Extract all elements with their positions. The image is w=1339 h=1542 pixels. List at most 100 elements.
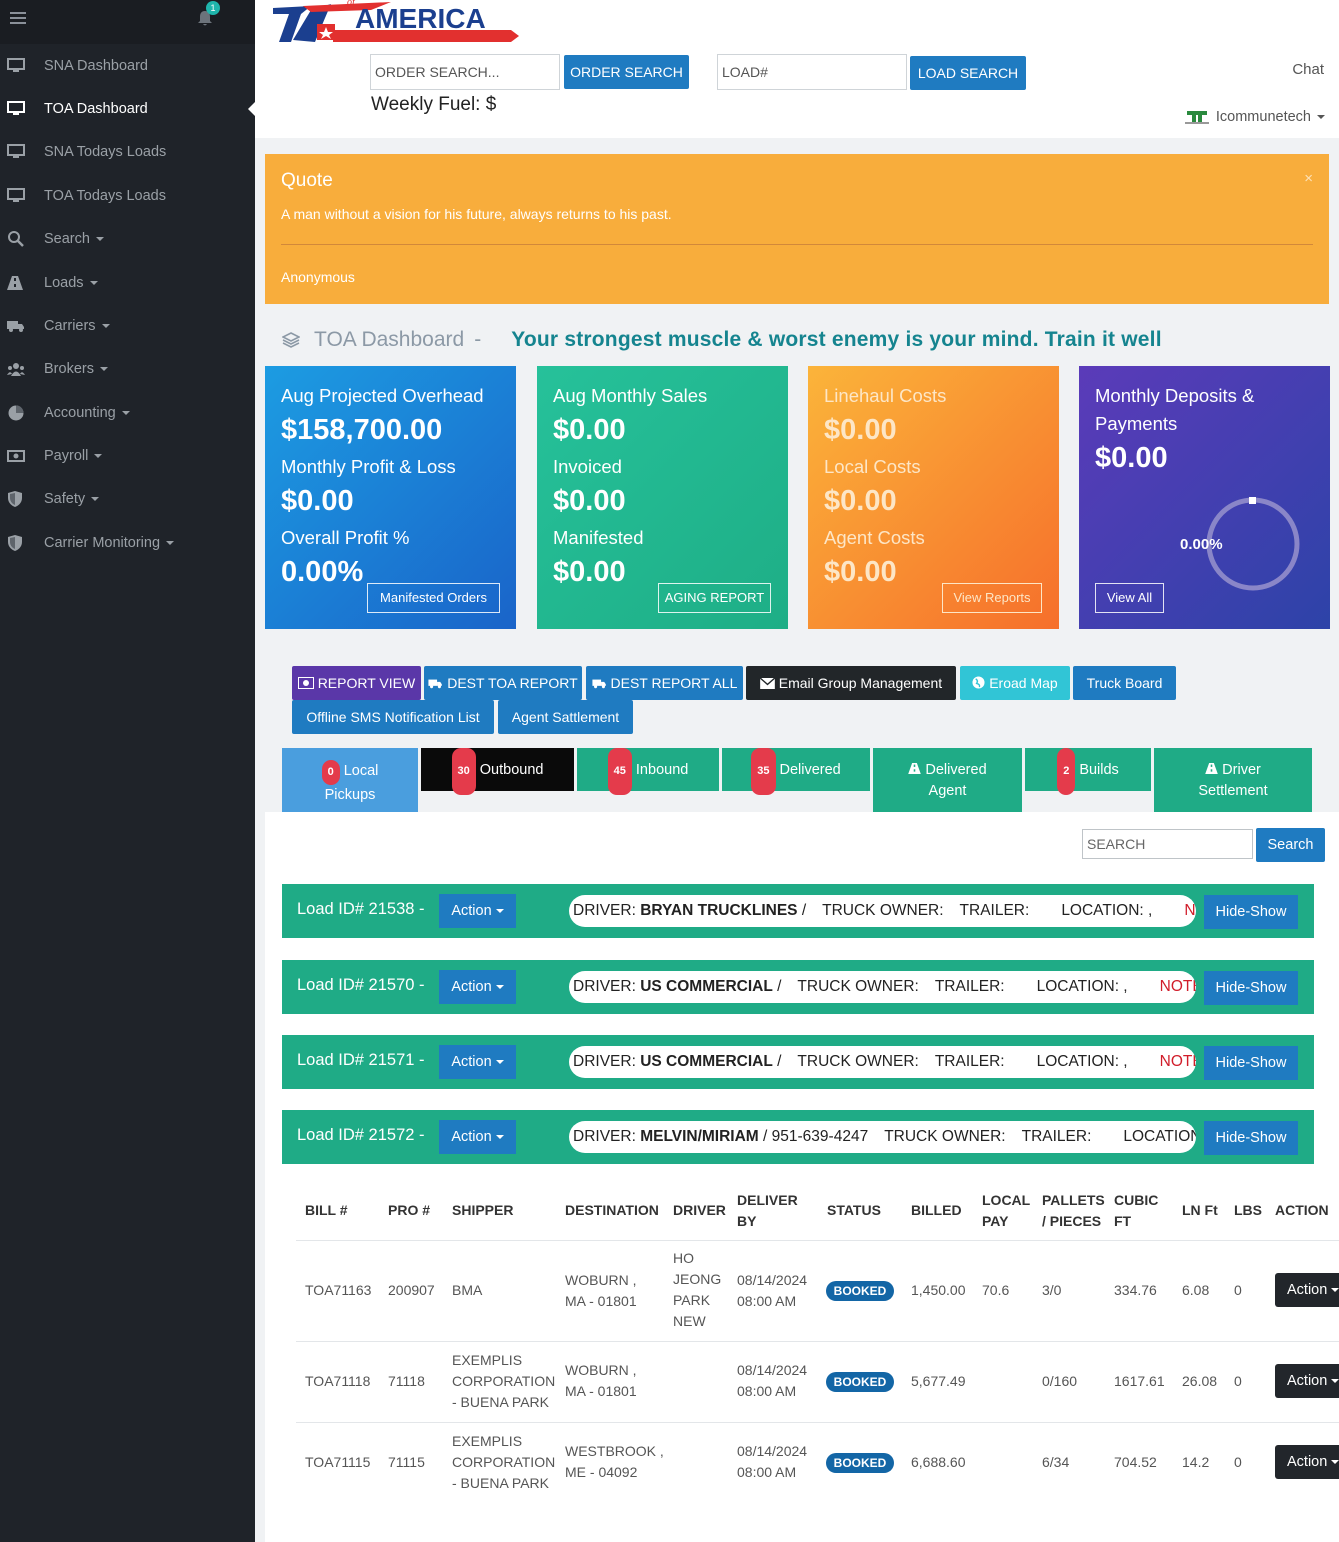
sidebar-item-safety[interactable]: Safety [0,479,255,519]
aging-report-button[interactable]: AGING REPORT [658,583,771,613]
driver-phone: / [777,1053,782,1070]
tab-driver-settlement[interactable]: Driver Settlement [1154,748,1312,812]
cell-lbs: 0 [1234,1454,1242,1470]
load-number-input[interactable]: LOAD# [717,54,907,90]
chevron-down-icon [495,985,504,990]
company-logo[interactable]: of AMERICA [271,0,521,44]
tab-local-pickups[interactable]: 0 Local Pickups [282,748,418,812]
sidebar-item-accounting[interactable]: Accounting [0,393,255,433]
card-value: $0.00 [824,414,897,446]
truck-icon [0,319,44,333]
cell-bill[interactable]: TOA71118 [305,1371,370,1392]
sidebar-item-label: SNA Todays Loads [44,144,167,160]
eroad-map-button[interactable]: Eroad Map [960,666,1070,700]
card-value: $0.00 [1095,442,1168,474]
column-header: PALLETS / PIECES [1042,1192,1105,1229]
tab-delivered-agent[interactable]: Delivered Agent [873,748,1022,812]
load-info: DRIVER: US COMMERCIAL / TRUCK OWNER: TRAIL… [569,1046,1196,1078]
button-label: Action [451,979,492,995]
dest-toa-report-button[interactable]: DEST TOA REPORT [424,666,582,700]
card-label: Aug Monthly Sales [553,385,708,406]
order-search-input[interactable]: ORDER SEARCH... [370,54,560,90]
dest-report-all-button[interactable]: DEST REPORT ALL [586,666,743,700]
cell-pallets: 3/0 [1042,1282,1062,1298]
hide-show-button[interactable]: Hide-Show [1204,971,1298,1005]
cell-bill[interactable]: TOA71115 [305,1452,370,1473]
table-search-input[interactable]: SEARCH [1082,829,1253,859]
chevron-down-icon [1331,1460,1339,1465]
cell-lnft: 26.08 [1182,1373,1218,1389]
column-header: LBS [1234,1202,1262,1218]
globe-icon [972,676,985,689]
load-action-button[interactable]: Action [439,970,516,1004]
agent-settlement-button[interactable]: Agent Sattlement [498,700,633,734]
sidebar-item-brokers[interactable]: Brokers [0,349,255,389]
load-id: Load ID# 21538 - [297,900,425,918]
row-action-button[interactable]: Action [1275,1273,1339,1307]
notification-badge: 1 [206,1,220,15]
tab-outbound[interactable]: 30 Outbound [421,748,574,795]
hide-show-button[interactable]: Hide-Show [1204,895,1298,929]
hide-show-button[interactable]: Hide-Show [1204,1121,1298,1155]
order-search-button[interactable]: ORDER SEARCH [564,55,689,89]
sidebar-item-label: Carriers [44,318,96,334]
tab-delivered[interactable]: 35 Delivered [722,748,870,795]
chat-link[interactable]: Chat [1292,61,1324,78]
button-label: Action [1287,1454,1328,1470]
button-label: DEST REPORT ALL [610,675,738,691]
card-label: Aug Projected Overhead [281,385,484,406]
row-divider [296,1422,1339,1423]
offline-sms-list-button[interactable]: Offline SMS Notification List [292,700,494,734]
load-search-button[interactable]: LOAD SEARCH [910,56,1026,90]
title-separator: - [474,328,482,351]
view-reports-button[interactable]: View Reports [942,583,1042,613]
monitor-icon [0,58,44,74]
sidebar-item-sna-todays-loads[interactable]: SNA Todays Loads [0,132,255,172]
report-view-button[interactable]: REPORT VIEW [292,666,421,700]
sidebar-item-toa-todays-loads[interactable]: TOA Todays Loads [0,176,255,216]
tab-builds[interactable]: 2 Builds [1025,748,1151,795]
sidebar-item-label: Safety [44,491,86,507]
view-all-button[interactable]: View All [1095,583,1164,613]
sidebar-item-loads[interactable]: Loads [0,263,255,303]
sidebar-item-sna-dashboard[interactable]: SNA Dashboard [0,46,255,86]
button-label: REPORT VIEW [317,675,416,691]
truck-board-button[interactable]: Truck Board [1073,666,1176,700]
column-header: PRO # [388,1202,431,1218]
chevron-down-icon [89,281,98,285]
column-header: BILLED [911,1202,962,1218]
tab-label: Agent [928,783,967,799]
close-icon[interactable]: × [1304,170,1313,187]
sidebar-item-toa-dashboard[interactable]: TOA Dashboard [0,89,255,129]
sidebar-item-carriers[interactable]: Carriers [0,306,255,346]
hide-show-button[interactable]: Hide-Show [1204,1046,1298,1080]
location: LOCATION: , [1061,902,1153,919]
chevron-down-icon [101,324,110,328]
sidebar-item-label: Brokers [44,361,94,377]
load-action-button[interactable]: Action [439,1120,516,1154]
sidebar-item-payroll[interactable]: Payroll [0,436,255,476]
trailer: TRAILER: [934,978,1005,995]
manifested-orders-button[interactable]: Manifested Orders [367,583,500,613]
user-menu[interactable]: Icommunetech [1184,108,1325,126]
cell-deliver-by: 08/14/2024 08:00 AM [737,1362,808,1399]
row-action-button[interactable]: Action [1275,1445,1339,1479]
row-divider [296,1341,1339,1342]
trailer: TRAILER: [934,1053,1005,1070]
tab-inbound[interactable]: 45 Inbound [577,748,719,795]
search-button[interactable]: Search [1256,828,1325,862]
sidebar-item-label: Loads [44,275,84,291]
menu-icon[interactable] [10,12,26,26]
cell-destination: WESTBROOK , ME - 04092 [565,1443,664,1480]
search-icon [0,230,44,248]
load-action-button[interactable]: Action [439,1045,516,1079]
sidebar-item-search[interactable]: Search [0,219,255,259]
card-label: Overall Profit % [281,527,410,548]
email-group-management-button[interactable]: Email Group Management [746,666,956,700]
sidebar-item-carrier-monitoring[interactable]: Carrier Monitoring [0,523,255,563]
pie-chart-icon [0,404,44,422]
load-action-button[interactable]: Action [439,894,516,928]
cell-bill[interactable]: TOA71163 [305,1280,371,1301]
row-action-button[interactable]: Action [1275,1364,1339,1398]
cell-pallets: 6/34 [1042,1454,1070,1470]
